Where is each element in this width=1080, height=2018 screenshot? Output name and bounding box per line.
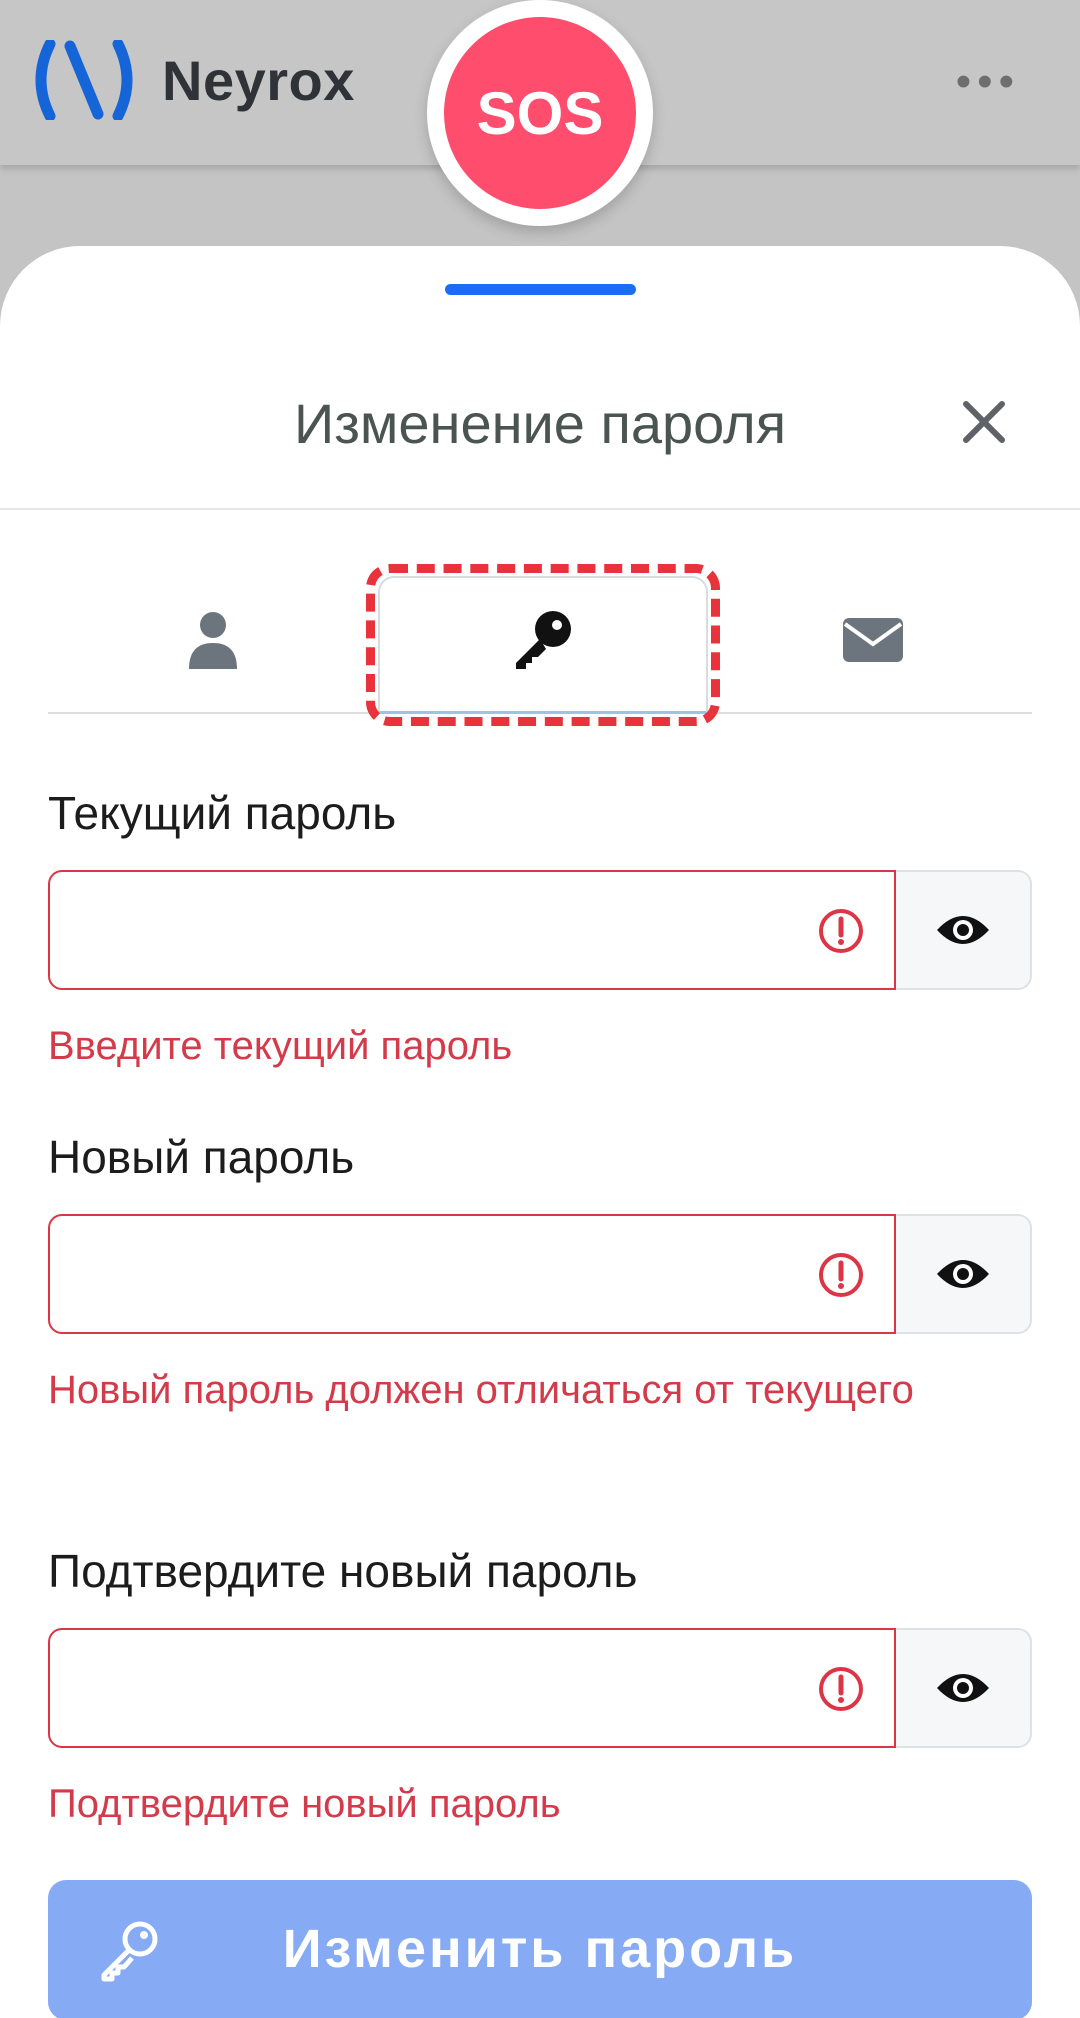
user-icon (189, 612, 237, 669)
key-icon (516, 611, 571, 669)
tab-password[interactable] (378, 566, 708, 714)
new-password-error: Новый пароль должен отличаться от текуще… (48, 1368, 914, 1412)
change-password-label: Изменить пароль (282, 1919, 798, 1979)
sos-button[interactable]: SOS (444, 17, 636, 209)
new-password-input[interactable] (66, 1228, 806, 1320)
new-password-box (48, 1214, 896, 1334)
confirm-password-label: Подтвердите новый пароль (48, 1545, 638, 1597)
header-divider (0, 508, 1080, 510)
tab-profile[interactable] (48, 566, 378, 714)
bottom-sheet: Изменение пароля Текущий пароль Введите … (0, 246, 1080, 2018)
confirm-password-group (48, 1628, 1032, 1748)
current-password-input[interactable] (66, 884, 806, 976)
current-password-group (48, 870, 1032, 990)
eye-icon (937, 1260, 989, 1288)
more-dots-icon[interactable]: ••• (956, 60, 1020, 104)
sheet-title: Изменение пароля (293, 392, 787, 455)
tab-email[interactable] (708, 566, 1038, 714)
eye-icon (937, 916, 989, 944)
confirm-password-error: Подтвердите новый пароль (48, 1782, 561, 1826)
sos-button-ring: SOS (427, 0, 653, 226)
toggle-visibility-button[interactable] (896, 870, 1032, 990)
close-icon[interactable] (960, 398, 1008, 446)
new-password-group (48, 1214, 1032, 1334)
warning-icon (819, 909, 863, 953)
current-password-box (48, 870, 896, 990)
confirm-password-input[interactable] (66, 1642, 806, 1734)
settings-tabs (48, 564, 1032, 726)
toggle-visibility-button[interactable] (896, 1214, 1032, 1334)
change-password-button[interactable]: Изменить пароль (48, 1880, 1032, 2018)
toggle-visibility-button[interactable] (896, 1628, 1032, 1748)
neyrox-logo-icon (35, 40, 133, 120)
brand-name: Neyrox (162, 49, 355, 112)
eye-icon (937, 1674, 989, 1702)
new-password-label: Новый пароль (48, 1131, 355, 1183)
warning-icon (819, 1253, 863, 1297)
confirm-password-box (48, 1628, 896, 1748)
current-password-error: Введите текущий пароль (48, 1024, 513, 1068)
current-password-label: Текущий пароль (48, 787, 397, 839)
envelope-icon (843, 618, 903, 662)
warning-icon (819, 1667, 863, 1711)
sheet-drag-handle[interactable] (445, 284, 636, 295)
